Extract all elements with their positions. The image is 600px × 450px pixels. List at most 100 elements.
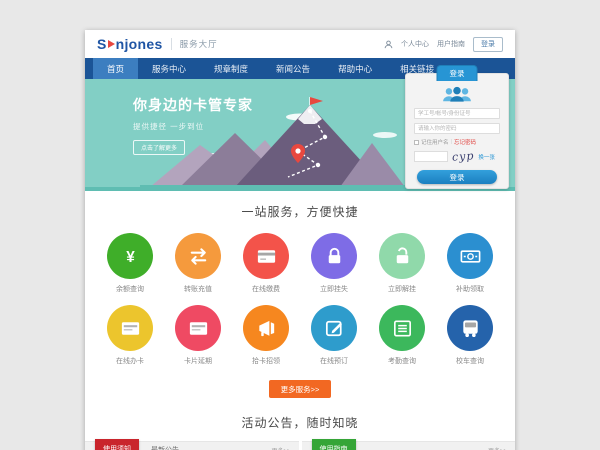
hero-more-button[interactable]: 点击了解更多 — [133, 140, 185, 155]
card-circle[interactable] — [107, 305, 153, 351]
transfer-arrows-icon — [187, 245, 210, 268]
remember-checkbox[interactable] — [414, 140, 419, 145]
banknote-circle[interactable] — [447, 233, 493, 279]
user-guide-link[interactable]: 用户指南 — [437, 39, 465, 49]
service-item[interactable]: 转账充值 — [175, 233, 221, 294]
captcha-image[interactable]: cyp — [452, 149, 475, 164]
announcements-title: 活动公告，随时知晓 — [85, 414, 515, 431]
yen-circle[interactable]: ¥ — [107, 233, 153, 279]
person-icon — [384, 40, 393, 49]
hero-subtitle: 提供捷径 一步到位 — [133, 121, 253, 132]
captcha-input[interactable] — [414, 151, 448, 162]
services-section: 一站服务，方便快捷 ¥ 余额查询 转账充值 在线缴费 立即挂失 立即解挂 补助领取在线办卡 卡… — [85, 191, 515, 398]
ribbon-tab[interactable]: 使用指南 — [312, 439, 356, 450]
login-tab[interactable]: 登录 — [437, 65, 478, 81]
forgot-password-link[interactable]: 忘记密码 — [454, 138, 476, 146]
announcement-panel-1: 使用指南更多>> — [302, 441, 516, 450]
service-label: 立即解挂 — [379, 284, 425, 294]
desktop-background: S njones 服务大厅 个人中心 用户指南 登录 首页服务中心规章制度新闻公… — [0, 0, 600, 450]
transfer-arrows-circle[interactable] — [175, 233, 221, 279]
hero-text-block: 你身边的卡管专家 提供捷径 一步到位 点击了解更多 — [133, 95, 253, 155]
service-item[interactable]: 补助领取 — [447, 233, 493, 294]
service-item[interactable]: 立即解挂 — [379, 233, 425, 294]
nav-item-4[interactable]: 帮助中心 — [324, 58, 386, 79]
bank-card-circle[interactable] — [243, 233, 289, 279]
service-label: 卡片延期 — [175, 356, 221, 366]
service-label: 考勤查询 — [379, 356, 425, 366]
list-circle[interactable] — [379, 305, 425, 351]
header-utility-links: 个人中心 用户指南 登录 — [384, 37, 503, 52]
login-submit-button[interactable]: 登录 — [417, 170, 497, 184]
service-item[interactable]: 拾卡招领 — [243, 305, 289, 366]
service-item[interactable]: 卡片延期 — [175, 305, 221, 366]
bus-circle[interactable] — [447, 305, 493, 351]
captcha-refresh-link[interactable]: 换一张 — [478, 153, 495, 161]
username-input[interactable] — [414, 108, 500, 119]
service-label: 拾卡招领 — [243, 356, 289, 366]
edit-icon — [323, 317, 346, 340]
remember-label: 记住用户名 — [421, 138, 449, 146]
divider: | — [451, 139, 452, 145]
service-item[interactable]: 校车查询 — [447, 305, 493, 366]
announcement-tab[interactable]: 最新公告 — [151, 445, 179, 450]
service-item[interactable]: ¥ 余额查询 — [107, 233, 153, 294]
more-link[interactable]: 更多>> — [488, 446, 507, 450]
svg-text:¥: ¥ — [126, 248, 135, 265]
lock-circle[interactable] — [311, 233, 357, 279]
service-label: 转账充值 — [175, 284, 221, 294]
personal-center-link[interactable]: 个人中心 — [401, 39, 429, 49]
service-item[interactable]: 在线预订 — [311, 305, 357, 366]
card-circle[interactable] — [175, 305, 221, 351]
portal-page: S njones 服务大厅 个人中心 用户指南 登录 首页服务中心规章制度新闻公… — [85, 30, 515, 450]
more-services-button[interactable]: 更多服务>> — [269, 380, 331, 398]
service-label: 在线办卡 — [107, 356, 153, 366]
logo-arrow-icon — [108, 40, 115, 48]
services-title: 一站服务，方便快捷 — [85, 203, 515, 220]
captcha-row: cyp 换一张 — [414, 150, 500, 163]
card-icon — [187, 317, 210, 340]
lock-icon — [323, 245, 346, 268]
site-subtitle: 服务大厅 — [171, 38, 218, 50]
megaphone-icon — [255, 317, 278, 340]
more-link[interactable]: 更多>> — [271, 446, 290, 450]
service-label: 补助领取 — [447, 284, 493, 294]
unlock-circle[interactable] — [379, 233, 425, 279]
announcement-panel-0: 使用须知最新公告 更多>> — [85, 441, 299, 450]
service-item[interactable]: 立即挂失 — [311, 233, 357, 294]
bus-icon — [459, 317, 482, 340]
logo-text-prefix: S — [97, 36, 107, 52]
announcements-section: 活动公告，随时知晓 使用须知最新公告更多>>使用指南更多>> — [85, 414, 515, 450]
megaphone-circle[interactable] — [243, 305, 289, 351]
edit-circle[interactable] — [311, 305, 357, 351]
unlock-icon — [391, 245, 414, 268]
bank-card-icon — [255, 245, 278, 268]
list-icon — [391, 317, 414, 340]
header-login-button[interactable]: 登录 — [473, 37, 503, 52]
service-label: 立即挂失 — [311, 284, 357, 294]
password-input[interactable] — [414, 123, 500, 134]
site-header: S njones 服务大厅 个人中心 用户指南 登录 — [85, 30, 515, 58]
nav-item-3[interactable]: 新闻公告 — [262, 58, 324, 79]
hero-banner: 你身边的卡管专家 提供捷径 一步到位 点击了解更多 — [85, 79, 515, 191]
service-item[interactable]: 在线办卡 — [107, 305, 153, 366]
users-icon — [439, 86, 475, 103]
remember-row: 记住用户名 | 忘记密码 — [414, 138, 500, 146]
services-grid: ¥ 余额查询 转账充值 在线缴费 立即挂失 立即解挂 补助领取在线办卡 卡片延期 拾卡招领 在线预… — [96, 233, 504, 366]
site-logo[interactable]: S njones — [97, 36, 163, 52]
service-label: 在线缴费 — [243, 284, 289, 294]
nav-item-1[interactable]: 服务中心 — [138, 58, 200, 79]
service-label: 校车查询 — [447, 356, 493, 366]
yen-icon: ¥ — [119, 245, 142, 268]
announcement-tab-bars: 使用须知最新公告更多>>使用指南更多>> — [85, 441, 515, 450]
service-label: 余额查询 — [107, 284, 153, 294]
banknote-icon — [459, 245, 482, 268]
service-item[interactable]: 在线缴费 — [243, 233, 289, 294]
service-item[interactable]: 考勤查询 — [379, 305, 425, 366]
card-icon — [119, 317, 142, 340]
service-label: 在线预订 — [311, 356, 357, 366]
ribbon-tab[interactable]: 使用须知 — [95, 439, 139, 450]
hero-title: 你身边的卡管专家 — [133, 95, 253, 115]
nav-item-2[interactable]: 规章制度 — [200, 58, 262, 79]
logo-text-suffix: njones — [116, 36, 163, 52]
nav-item-0[interactable]: 首页 — [93, 58, 138, 79]
